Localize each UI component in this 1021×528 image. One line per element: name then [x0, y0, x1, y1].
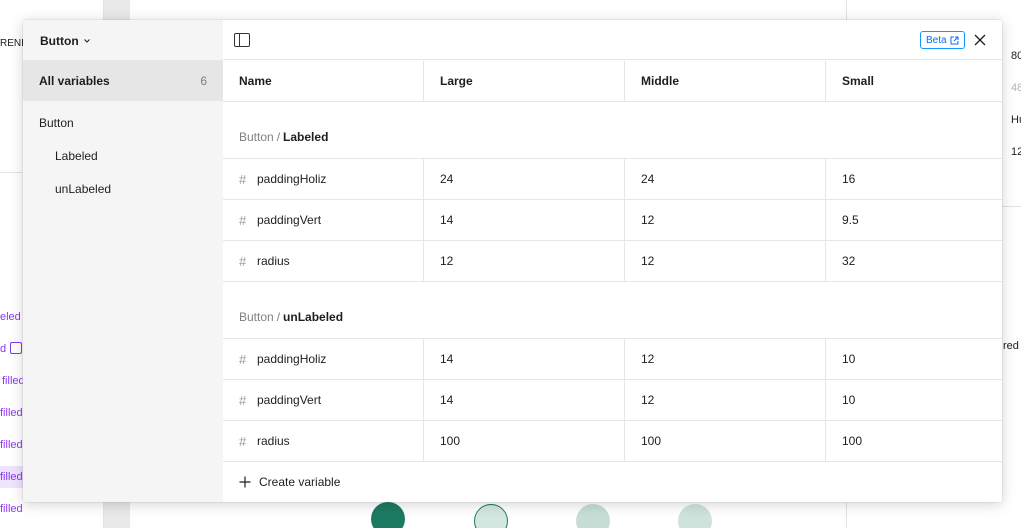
- close-button[interactable]: [971, 31, 989, 49]
- column-header-name[interactable]: Name: [223, 61, 424, 101]
- all-variables-item[interactable]: All variables 6: [23, 60, 223, 101]
- collection-name: Button: [40, 34, 79, 48]
- group-item-unlabeled[interactable]: unLabeled: [55, 182, 111, 196]
- group-separator: /: [276, 130, 281, 144]
- variable-value-cell[interactable]: 24: [424, 159, 625, 199]
- sidebar-toggle-icon: [234, 33, 250, 47]
- prop-value[interactable]: red: [1003, 340, 1019, 352]
- variable-value-cell[interactable]: 100: [826, 421, 1002, 461]
- column-header-small[interactable]: Small: [826, 61, 1002, 101]
- variables-count: 6: [200, 73, 207, 88]
- number-type-icon: #: [239, 392, 247, 408]
- variable-value-cell[interactable]: 12: [424, 241, 625, 281]
- variable-row[interactable]: # paddingHoliz 14 12 10: [223, 339, 1002, 380]
- group-parent-label: Button: [239, 310, 274, 324]
- layer-label[interactable]: d: [0, 343, 6, 355]
- variables-table: Name Large Middle Small Button / Labeled # p…: [223, 61, 1002, 462]
- variable-value-cell[interactable]: 12: [625, 339, 826, 379]
- prop-value[interactable]: Hu: [1011, 114, 1021, 126]
- external-link-icon: [950, 36, 959, 44]
- variable-value-cell[interactable]: 24: [625, 159, 826, 199]
- layer-label[interactable]: filled: [0, 439, 23, 451]
- chevron-down-icon: [83, 39, 90, 43]
- variable-value-cell[interactable]: 9.5: [826, 200, 1002, 240]
- variable-name-cell[interactable]: # radius: [223, 421, 424, 461]
- variable-value-cell[interactable]: 10: [826, 380, 1002, 420]
- variable-value-cell[interactable]: 16: [826, 159, 1002, 199]
- variable-value-cell[interactable]: 100: [424, 421, 625, 461]
- group-separator: /: [276, 310, 281, 324]
- column-header-middle[interactable]: Middle: [625, 61, 826, 101]
- variable-value-cell[interactable]: 12: [625, 380, 826, 420]
- button-preview[interactable]: [474, 504, 508, 528]
- variable-name: paddingHoliz: [257, 172, 327, 186]
- group-child-label: unLabeled: [283, 310, 344, 324]
- table-header: Name Large Middle Small: [223, 61, 1002, 102]
- button-preview[interactable]: [678, 504, 712, 528]
- variable-name: paddingVert: [257, 213, 322, 227]
- component-icon: [10, 342, 22, 354]
- variable-value-cell[interactable]: 10: [826, 339, 1002, 379]
- variable-value-cell[interactable]: 14: [424, 339, 625, 379]
- variable-row[interactable]: # paddingVert 14 12 9.5: [223, 200, 1002, 241]
- variable-value-cell[interactable]: 12: [625, 200, 826, 240]
- variable-name: radius: [257, 434, 290, 448]
- variable-name-cell[interactable]: # radius: [223, 241, 424, 281]
- group-item-labeled[interactable]: Labeled: [55, 149, 98, 163]
- create-variable-label: Create variable: [259, 475, 341, 489]
- close-icon: [974, 34, 986, 46]
- modal-toolbar: Beta: [223, 20, 1002, 60]
- group-header: Button / Labeled: [223, 102, 1002, 159]
- variable-name-cell[interactable]: # paddingHoliz: [223, 339, 424, 379]
- collection-selector[interactable]: Button: [40, 33, 91, 49]
- number-type-icon: #: [239, 171, 247, 187]
- variable-row[interactable]: # paddingHoliz 24 24 16: [223, 159, 1002, 200]
- variable-name-cell[interactable]: # paddingHoliz: [223, 159, 424, 199]
- layer-label[interactable]: filled: [0, 471, 23, 483]
- prop-value[interactable]: 12: [1011, 146, 1021, 158]
- group-child-label: Labeled: [283, 130, 329, 144]
- layer-label[interactable]: RENI: [0, 38, 24, 49]
- number-type-icon: #: [239, 212, 247, 228]
- variable-value-cell[interactable]: 14: [424, 200, 625, 240]
- layer-label[interactable]: filled: [0, 503, 23, 515]
- layer-label[interactable]: filled: [2, 375, 25, 387]
- prop-value[interactable]: 80: [1011, 50, 1021, 62]
- layer-label[interactable]: eled: [0, 311, 21, 323]
- plus-icon: [239, 476, 251, 488]
- number-type-icon: #: [239, 351, 247, 367]
- beta-badge[interactable]: Beta: [920, 31, 965, 49]
- variable-row[interactable]: # radius 12 12 32: [223, 241, 1002, 282]
- toggle-sidebar-button[interactable]: [233, 31, 251, 49]
- layer-label[interactable]: filled: [0, 407, 23, 419]
- variable-name: paddingVert: [257, 393, 322, 407]
- column-header-large[interactable]: Large: [424, 61, 625, 101]
- variable-row[interactable]: # radius 100 100 100: [223, 421, 1002, 462]
- variable-name-cell[interactable]: # paddingVert: [223, 200, 424, 240]
- variable-row[interactable]: # paddingVert 14 12 10: [223, 380, 1002, 421]
- create-variable-button[interactable]: Create variable: [239, 475, 340, 489]
- variables-modal: Button All variables 6 Button Labeled un…: [23, 20, 1002, 502]
- group-item-button[interactable]: Button: [39, 116, 74, 130]
- variable-value-cell[interactable]: 12: [625, 241, 826, 281]
- variable-value-cell[interactable]: 100: [625, 421, 826, 461]
- all-variables-label: All variables: [39, 73, 110, 88]
- group-parent-label: Button: [239, 130, 274, 144]
- divider: [0, 172, 22, 173]
- collections-sidebar: Button All variables 6 Button Labeled un…: [23, 20, 223, 502]
- variable-name-cell[interactable]: # paddingVert: [223, 380, 424, 420]
- variable-value-cell[interactable]: 32: [826, 241, 1002, 281]
- beta-label: Beta: [926, 34, 947, 46]
- variables-main: Beta Name Large Middle Small Button / Labe…: [223, 20, 1002, 502]
- variable-name: radius: [257, 254, 290, 268]
- button-preview[interactable]: [576, 504, 610, 528]
- number-type-icon: #: [239, 433, 247, 449]
- group-header: Button / unLabeled: [223, 282, 1002, 339]
- variable-value-cell[interactable]: 14: [424, 380, 625, 420]
- prop-value[interactable]: 48: [1011, 82, 1021, 94]
- variable-sections: Button / Labeled # paddingHoliz 24 24 16 # paddin…: [223, 102, 1002, 462]
- variable-name: paddingHoliz: [257, 352, 327, 366]
- button-preview[interactable]: [371, 502, 405, 528]
- number-type-icon: #: [239, 253, 247, 269]
